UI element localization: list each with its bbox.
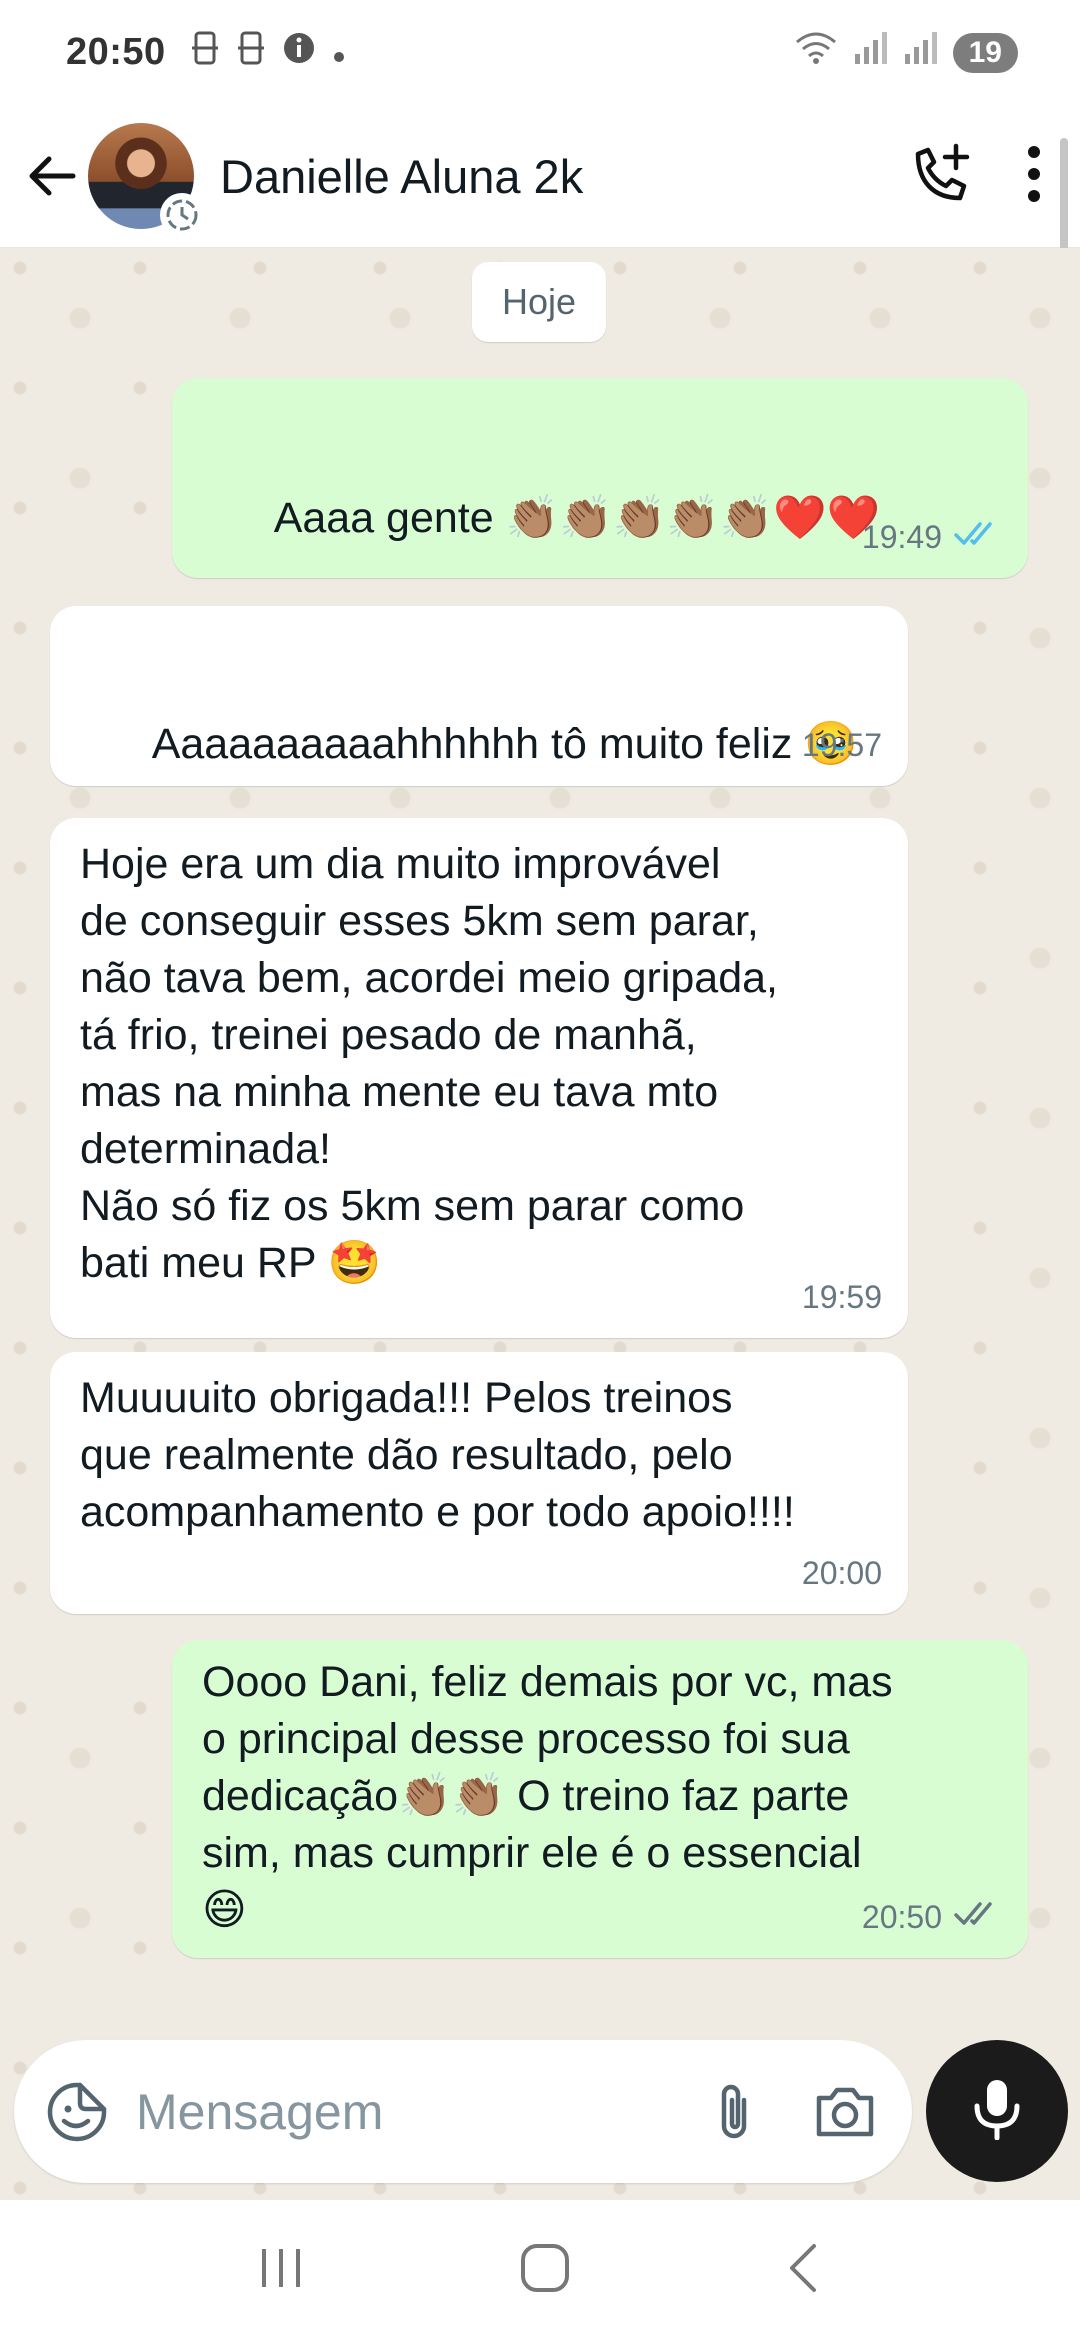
mic-button[interactable] bbox=[926, 2040, 1068, 2182]
read-ticks-icon bbox=[954, 509, 1002, 566]
message-meta: 19:59 bbox=[802, 1269, 882, 1326]
delivered-ticks-icon bbox=[954, 1889, 1002, 1946]
signal-icon bbox=[903, 30, 939, 76]
notification-icons bbox=[190, 31, 346, 75]
message-meta: 19:49 bbox=[862, 509, 1002, 566]
message-composer[interactable]: Mensagem bbox=[14, 2040, 912, 2183]
message-text: Aaaa gente 👏🏽👏🏽👏🏽👏🏽👏🏽❤️❤️ bbox=[273, 494, 881, 542]
avatar[interactable] bbox=[88, 123, 204, 237]
contact-name[interactable]: Danielle Aluna 2k bbox=[220, 149, 583, 204]
info-icon bbox=[282, 31, 316, 75]
home-icon[interactable] bbox=[518, 2241, 572, 2300]
signal-icon bbox=[853, 30, 889, 76]
sticker-icon[interactable] bbox=[42, 2077, 112, 2147]
message-input[interactable]: Mensagem bbox=[136, 2083, 383, 2141]
message-meta: 20:50 bbox=[862, 1889, 1002, 1946]
message-text: Hoje era um dia muito improvável de cons… bbox=[80, 840, 778, 1287]
more-options-icon[interactable] bbox=[1024, 144, 1044, 209]
message-time: 19:59 bbox=[801, 1279, 882, 1315]
date-chip: Hoje bbox=[472, 262, 606, 342]
message-bubble-outgoing[interactable]: Aaaa gente 👏🏽👏🏽👏🏽👏🏽👏🏽❤️❤️ ❤️❤️👟👟👟👟👟 19:4… bbox=[172, 378, 1028, 767]
recent-apps-icon[interactable] bbox=[256, 2243, 306, 2298]
camera-icon[interactable] bbox=[810, 2077, 880, 2147]
message-time: 19:49 bbox=[861, 519, 942, 555]
attach-icon[interactable] bbox=[702, 2080, 766, 2144]
chat-area[interactable]: Hoje Aaaa gente 👏🏽👏🏽👏🏽👏🏽👏🏽❤️❤️ ❤️❤️👟👟👟👟👟… bbox=[0, 248, 1080, 2203]
message-time: 20:50 bbox=[861, 1899, 942, 1935]
wifi-icon bbox=[793, 30, 839, 76]
back-nav-icon[interactable] bbox=[784, 2241, 824, 2300]
message-time: 19:57 bbox=[801, 727, 882, 763]
chat-header: Danielle Aluna 2k bbox=[0, 105, 1080, 248]
message-bubble-incoming[interactable]: Hoje era um dia muito improvável de cons… bbox=[50, 818, 908, 1338]
message-bubble-incoming[interactable]: Muuuuito obrigada!!! Pelos treinos que r… bbox=[50, 1352, 908, 1614]
device-icon bbox=[236, 31, 266, 75]
status-time: 20:50 bbox=[66, 31, 166, 73]
mic-icon bbox=[972, 2078, 1022, 2145]
message-bubble-outgoing[interactable]: Oooo Dani, feliz demais por vc, mas o pr… bbox=[172, 1640, 1028, 1958]
dot-icon bbox=[332, 31, 346, 74]
status-bar: 20:50 19 bbox=[0, 0, 1080, 105]
message-meta: 20:00 bbox=[802, 1545, 882, 1602]
device-icon bbox=[190, 31, 220, 75]
message-meta: 19:57 bbox=[802, 717, 882, 774]
message-text: Aaaaaaaaaahhhhhh tô muito feliz 🥹 bbox=[151, 720, 858, 768]
battery-indicator: 19 bbox=[952, 32, 1018, 73]
system-navigation-bar bbox=[0, 2200, 1080, 2340]
add-call-icon[interactable] bbox=[908, 142, 972, 211]
back-arrow-icon[interactable] bbox=[20, 144, 84, 208]
message-text: Muuuuito obrigada!!! Pelos treinos que r… bbox=[80, 1374, 795, 1536]
message-time: 20:00 bbox=[801, 1555, 882, 1591]
message-bubble-incoming[interactable]: Aaaaaaaaaahhhhhh tô muito feliz 🥹 🥹🥹🥹 19… bbox=[50, 606, 908, 993]
status-ring-icon bbox=[160, 193, 204, 237]
